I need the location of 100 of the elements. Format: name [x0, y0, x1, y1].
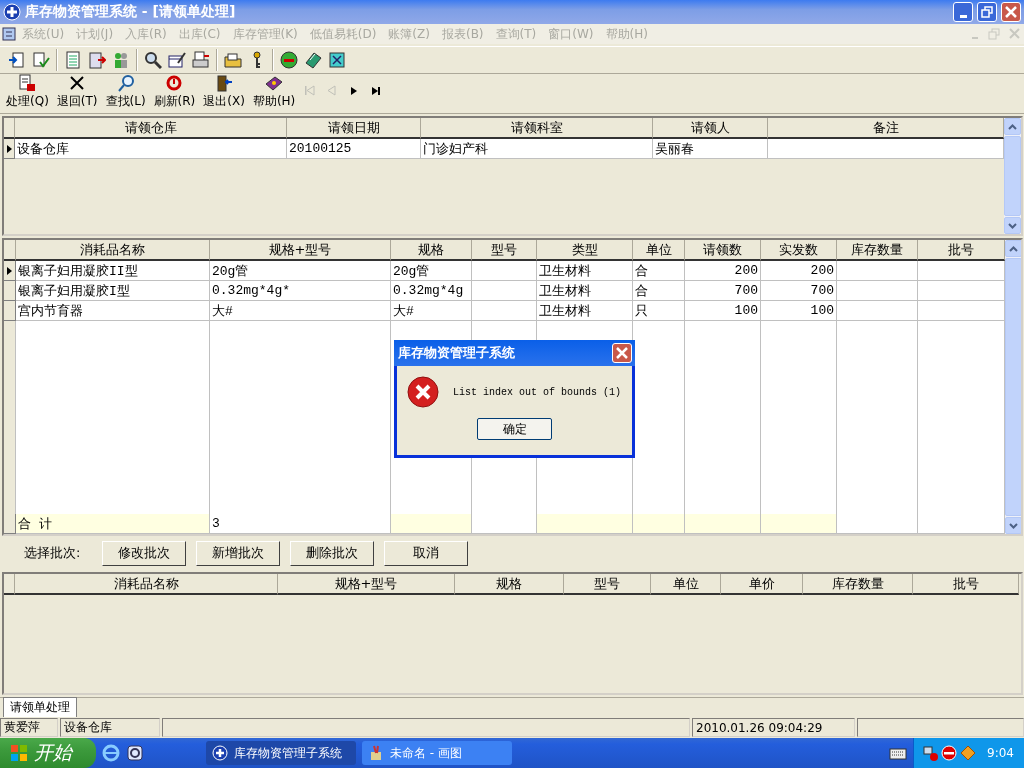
row-header[interactable] [4, 139, 15, 159]
network-icon[interactable] [922, 745, 939, 761]
scroll-up-icon[interactable] [1008, 123, 1017, 130]
taskbar-button[interactable]: 未命名 - 画图 [362, 741, 512, 765]
table-cell: 100 [685, 301, 761, 321]
search-icon[interactable] [144, 51, 162, 69]
table-cell: 20g管 [391, 261, 472, 281]
document-icon[interactable] [2, 27, 16, 41]
batch-label: 选择批次: [24, 544, 81, 562]
table-cell: 吴丽春 [653, 139, 768, 159]
close-button[interactable] [612, 343, 632, 363]
restore-icon [981, 6, 993, 18]
column-header[interactable]: 批号 [913, 574, 1019, 595]
toolbar-button[interactable]: 处理(Q) [4, 74, 51, 110]
status-datetime: 2010.01.26 09:04:29 [692, 718, 855, 737]
app-icon [3, 3, 21, 21]
batch-button[interactable]: 取消 [384, 540, 469, 566]
column-header[interactable]: 型号 [472, 240, 537, 261]
column-header[interactable]: 库存数量 [837, 240, 918, 261]
table-cell: 700 [685, 281, 761, 301]
column-header[interactable]: 库存数量 [803, 574, 913, 595]
refresh-icon [165, 74, 184, 92]
column-header[interactable]: 请领科室 [421, 118, 653, 139]
column-header[interactable]: 请领数 [685, 240, 761, 261]
row-pointer-icon [5, 143, 13, 154]
toolbar-button[interactable]: 退出(X) [201, 74, 247, 110]
column-header[interactable]: 规格 [391, 240, 472, 261]
keyboard-icon[interactable] [889, 746, 908, 760]
no-entry-icon[interactable] [941, 745, 958, 761]
row-header[interactable] [4, 261, 16, 281]
column-header[interactable]: 单位 [651, 574, 721, 595]
app-icon [212, 745, 228, 761]
printer-icon[interactable] [192, 51, 210, 69]
column-header[interactable]: 请领人 [653, 118, 768, 139]
batch-button[interactable]: 删除批次 [290, 540, 375, 566]
table-cell: 100 [761, 301, 837, 321]
status-user: 黄爱萍 [0, 718, 58, 737]
batch-button[interactable]: 修改批次 [102, 540, 187, 566]
column-header[interactable]: 实发数 [761, 240, 837, 261]
clipboard-icon[interactable] [88, 51, 106, 69]
column-header[interactable]: 请领日期 [287, 118, 421, 139]
stop-icon[interactable] [280, 51, 298, 69]
toolbar-button[interactable]: 退回(T) [54, 74, 100, 110]
ok-button[interactable]: 确定 [477, 418, 552, 440]
table-cell: 20g管 [210, 261, 391, 281]
minimize-button[interactable] [953, 2, 973, 22]
toolbar-button[interactable]: 刷新(R) [151, 74, 198, 110]
table-cell: 卫生材料 [537, 281, 633, 301]
shield-icon[interactable] [960, 745, 977, 761]
document-check-icon[interactable] [32, 51, 50, 69]
table-cell: 合 [633, 261, 685, 281]
status-warehouse: 设备仓库 [60, 718, 160, 737]
column-header[interactable]: 规格+型号 [210, 240, 391, 261]
browser-icon[interactable] [102, 744, 120, 762]
column-header[interactable]: 规格 [455, 574, 564, 595]
window-title: 库存物资管理系统 - [请领单处理] [25, 3, 237, 21]
table-cell: 0.32mg*4g [391, 281, 472, 301]
batch-button[interactable]: 新增批次 [196, 540, 281, 566]
windows-flag-icon [10, 744, 28, 762]
toolbar-button[interactable]: 查找(L) [103, 74, 148, 110]
scrollbar[interactable] [1004, 118, 1021, 234]
document-in-icon[interactable] [8, 51, 26, 69]
people-icon[interactable] [112, 51, 130, 69]
column-header[interactable]: 单价 [721, 574, 803, 595]
column-header[interactable]: 规格+型号 [278, 574, 455, 595]
calendar-edit-icon[interactable] [168, 51, 186, 69]
taskbar-button[interactable]: 库存物资管理子系统 [206, 741, 356, 765]
column-header[interactable]: 消耗品名称 [16, 240, 210, 261]
tab[interactable]: 请领单处理 [3, 697, 77, 717]
column-header[interactable]: 单位 [633, 240, 685, 261]
table-cell: 700 [761, 281, 837, 301]
table-cell: 0.32mg*4g* [210, 281, 391, 301]
column-header[interactable]: 备注 [768, 118, 1004, 139]
column-header[interactable]: 类型 [537, 240, 633, 261]
scrollbar[interactable] [1005, 240, 1021, 534]
close-icon [68, 74, 87, 92]
search-icon [116, 74, 135, 92]
error-message: List index out of bounds (1) [453, 386, 622, 398]
start-button[interactable]: 开始 [0, 738, 96, 768]
toolbar-button[interactable]: 帮助(H) [250, 74, 298, 110]
table-cell: 银离子妇用凝胶I型 [16, 281, 210, 301]
row-pointer-icon [6, 265, 13, 276]
quick-launch-icon[interactable] [126, 744, 144, 762]
scroll-down-icon[interactable] [1008, 222, 1017, 229]
restore-button[interactable] [977, 2, 997, 22]
table-cell: 20100125 [287, 139, 421, 159]
column-header[interactable]: 型号 [564, 574, 651, 595]
close-box-icon[interactable] [328, 51, 346, 69]
column-header[interactable]: 消耗品名称 [15, 574, 278, 595]
folder-icon[interactable] [224, 51, 242, 69]
column-header[interactable]: 请领仓库 [15, 118, 287, 139]
document-icon[interactable] [64, 51, 82, 69]
column-header[interactable]: 批号 [918, 240, 1005, 261]
close-icon [1005, 6, 1017, 18]
scroll-down-icon[interactable] [1009, 522, 1018, 529]
table-cell: 3 [210, 514, 391, 534]
scroll-up-icon[interactable] [1009, 245, 1018, 252]
close-button[interactable] [1001, 2, 1021, 22]
table-cell: 设备仓库 [15, 139, 287, 159]
table-cell: 卫生材料 [537, 261, 633, 281]
